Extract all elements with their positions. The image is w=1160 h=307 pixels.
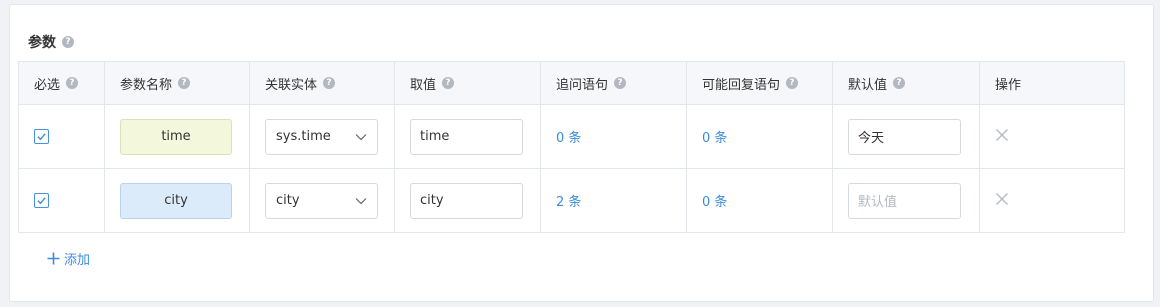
col-value: 取值? (394, 61, 541, 105)
col-param-name: 参数名称? (104, 61, 250, 105)
help-icon[interactable]: ? (442, 77, 455, 89)
check-icon (37, 197, 46, 205)
help-icon[interactable]: ? (66, 77, 79, 89)
entity-select[interactable]: city (265, 182, 378, 219)
chevron-down-icon (355, 197, 367, 204)
col-replies: 可能回复语句? (686, 61, 833, 105)
table-row: city city city 2 条 0 条 默认值 (18, 168, 1125, 233)
section-title: 参数 (28, 35, 56, 51)
help-icon[interactable]: ? (786, 77, 799, 89)
help-icon[interactable]: ? (62, 36, 74, 48)
col-required: 必选? (18, 61, 105, 105)
help-icon[interactable]: ? (893, 77, 906, 89)
check-icon (37, 133, 46, 141)
params-table: 必选? 参数名称? 关联实体? 取值? 追问语句? 可能回复语句? 默认值? 操… (18, 61, 1125, 233)
col-default: 默认值? (832, 61, 980, 105)
replies-link[interactable]: 0 条 (702, 131, 727, 146)
col-actions: 操作 (979, 61, 1125, 105)
followup-link[interactable]: 2 条 (556, 195, 581, 210)
add-label: 添加 (64, 253, 91, 268)
param-name-tag[interactable]: city (120, 182, 232, 219)
plus-icon (47, 252, 60, 265)
delete-icon[interactable] (995, 192, 1009, 210)
default-value-input[interactable]: 今天 (848, 118, 961, 155)
help-icon[interactable]: ? (178, 77, 191, 89)
entity-select[interactable]: sys.time (265, 118, 378, 155)
delete-icon[interactable] (995, 128, 1009, 146)
table-row: time sys.time time 0 条 0 条 今天 (18, 104, 1125, 169)
col-followup: 追问语句? (540, 61, 687, 105)
required-checkbox[interactable] (34, 129, 49, 144)
replies-link[interactable]: 0 条 (702, 195, 727, 210)
col-entity: 关联实体? (249, 61, 395, 105)
value-input[interactable]: time (410, 118, 523, 155)
value-input[interactable]: city (410, 182, 523, 219)
followup-link[interactable]: 0 条 (556, 131, 581, 146)
chevron-down-icon (355, 133, 367, 140)
table-header-row: 必选? 参数名称? 关联实体? 取值? 追问语句? 可能回复语句? 默认值? 操… (18, 61, 1125, 105)
param-name-tag[interactable]: time (120, 118, 232, 155)
required-checkbox[interactable] (34, 193, 49, 208)
help-icon[interactable]: ? (323, 77, 336, 89)
help-icon[interactable]: ? (614, 77, 627, 89)
default-value-input[interactable]: 默认值 (848, 182, 961, 219)
add-param-button[interactable]: 添加 (47, 249, 90, 268)
section-header: 参数 ? (28, 32, 74, 52)
